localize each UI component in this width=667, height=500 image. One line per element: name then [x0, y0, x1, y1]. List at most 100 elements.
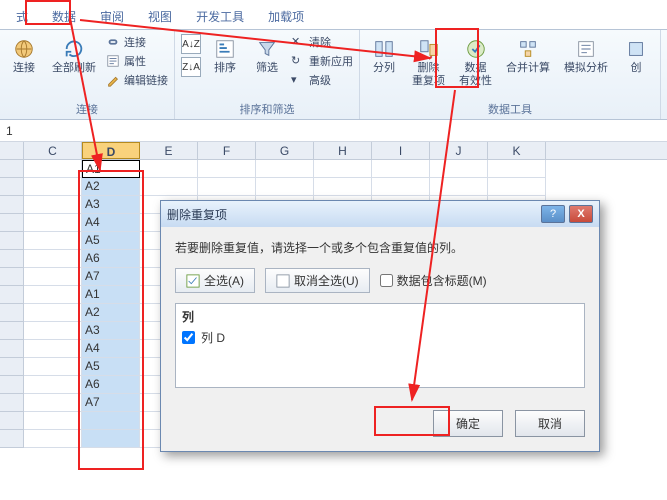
cell[interactable]: [24, 304, 82, 322]
row-header[interactable]: [0, 376, 24, 394]
dialog-help-button[interactable]: ?: [541, 205, 565, 223]
row-header[interactable]: [0, 268, 24, 286]
cell[interactable]: [24, 196, 82, 214]
data-has-header-checkbox[interactable]: 数据包含标题(M): [380, 272, 487, 289]
cell[interactable]: A4: [82, 340, 140, 358]
filter-button[interactable]: 筛选: [249, 34, 285, 75]
data-validation-button[interactable]: 数据有效性: [455, 34, 496, 88]
cell[interactable]: [198, 160, 256, 178]
sort-asc-button[interactable]: A↓Z: [181, 34, 201, 54]
tab-format[interactable]: 式: [4, 4, 40, 29]
cell[interactable]: A7: [82, 268, 140, 286]
cancel-button[interactable]: 取消: [515, 410, 585, 437]
cell[interactable]: [488, 160, 546, 178]
row-header[interactable]: [0, 412, 24, 430]
cell[interactable]: [24, 250, 82, 268]
cell[interactable]: [430, 178, 488, 196]
cell[interactable]: A5: [82, 358, 140, 376]
row-header[interactable]: [0, 214, 24, 232]
col-header-f[interactable]: F: [198, 142, 256, 159]
clear-filter-item[interactable]: ✕清除: [291, 34, 353, 50]
col-header-e[interactable]: E: [140, 142, 198, 159]
connections-item[interactable]: 连接: [106, 34, 168, 50]
row-header[interactable]: [0, 304, 24, 322]
columns-listbox[interactable]: 列 列 D: [175, 303, 585, 388]
col-header-g[interactable]: G: [256, 142, 314, 159]
row-header[interactable]: [0, 322, 24, 340]
cell[interactable]: [24, 160, 82, 178]
header-checkbox-input[interactable]: [380, 274, 393, 287]
row-header[interactable]: [0, 178, 24, 196]
column-d-checkbox[interactable]: [182, 331, 195, 344]
col-header-h[interactable]: H: [314, 142, 372, 159]
unselect-all-button[interactable]: 取消全选(U): [265, 268, 370, 293]
col-header-c[interactable]: C: [24, 142, 82, 159]
row-header[interactable]: [0, 430, 24, 448]
row-header[interactable]: [0, 394, 24, 412]
select-all-button[interactable]: 全选(A): [175, 268, 255, 293]
properties-item[interactable]: 属性: [106, 53, 168, 69]
cell[interactable]: [24, 232, 82, 250]
refresh-all-button[interactable]: 全部刷新: [48, 34, 100, 75]
create-group-button[interactable]: 创: [618, 34, 654, 75]
cell[interactable]: [24, 412, 82, 430]
cell[interactable]: A4: [82, 214, 140, 232]
cell[interactable]: A6: [82, 250, 140, 268]
cell[interactable]: [24, 430, 82, 448]
dialog-titlebar[interactable]: 删除重复项 ? X: [161, 201, 599, 227]
tab-addins[interactable]: 加载项: [256, 4, 316, 29]
col-header-i[interactable]: I: [372, 142, 430, 159]
cell[interactable]: [140, 178, 198, 196]
cell[interactable]: [488, 178, 546, 196]
cell[interactable]: [256, 178, 314, 196]
cell[interactable]: [256, 160, 314, 178]
cell[interactable]: [24, 394, 82, 412]
cell[interactable]: [430, 160, 488, 178]
row-header[interactable]: [0, 286, 24, 304]
cell[interactable]: A5: [82, 232, 140, 250]
cell[interactable]: [24, 340, 82, 358]
text-to-columns-button[interactable]: 分列: [366, 34, 402, 75]
cell[interactable]: [24, 322, 82, 340]
cell[interactable]: [314, 178, 372, 196]
cell[interactable]: [372, 160, 430, 178]
whatif-button[interactable]: 模拟分析: [560, 34, 612, 75]
tab-devtools[interactable]: 开发工具: [184, 4, 256, 29]
row-header[interactable]: [0, 340, 24, 358]
cell[interactable]: A2: [82, 304, 140, 322]
advanced-filter-item[interactable]: ▾高级: [291, 72, 353, 88]
cell[interactable]: [198, 178, 256, 196]
remove-duplicates-button[interactable]: 删除重复项: [408, 34, 449, 88]
cell[interactable]: [372, 178, 430, 196]
edit-links-item[interactable]: 编辑链接: [106, 72, 168, 88]
cell[interactable]: [24, 178, 82, 196]
cell[interactable]: [82, 412, 140, 430]
cell[interactable]: [82, 430, 140, 448]
row-header[interactable]: [0, 196, 24, 214]
row-header[interactable]: [0, 160, 24, 178]
cell[interactable]: A3: [82, 322, 140, 340]
ok-button[interactable]: 确定: [433, 410, 503, 437]
connections-button[interactable]: 连接: [6, 34, 42, 75]
row-header[interactable]: [0, 232, 24, 250]
cell[interactable]: A3: [82, 196, 140, 214]
cell[interactable]: [24, 268, 82, 286]
col-header-j[interactable]: J: [430, 142, 488, 159]
consolidate-button[interactable]: 合并计算: [502, 34, 554, 75]
select-all-corner[interactable]: [0, 142, 24, 159]
tab-view[interactable]: 视图: [136, 4, 184, 29]
cell[interactable]: [24, 286, 82, 304]
formula-bar[interactable]: 1: [0, 120, 667, 142]
cell[interactable]: [24, 214, 82, 232]
dialog-close-button[interactable]: X: [569, 205, 593, 223]
cell[interactable]: [24, 376, 82, 394]
cell[interactable]: [24, 358, 82, 376]
row-header[interactable]: [0, 358, 24, 376]
cell[interactable]: [140, 160, 198, 178]
tab-review[interactable]: 审阅: [88, 4, 136, 29]
column-d-item[interactable]: 列 D: [182, 329, 578, 346]
col-header-k[interactable]: K: [488, 142, 546, 159]
sort-desc-button[interactable]: Z↓A: [181, 57, 201, 77]
cell[interactable]: A6: [82, 376, 140, 394]
col-header-d[interactable]: D: [82, 142, 140, 159]
